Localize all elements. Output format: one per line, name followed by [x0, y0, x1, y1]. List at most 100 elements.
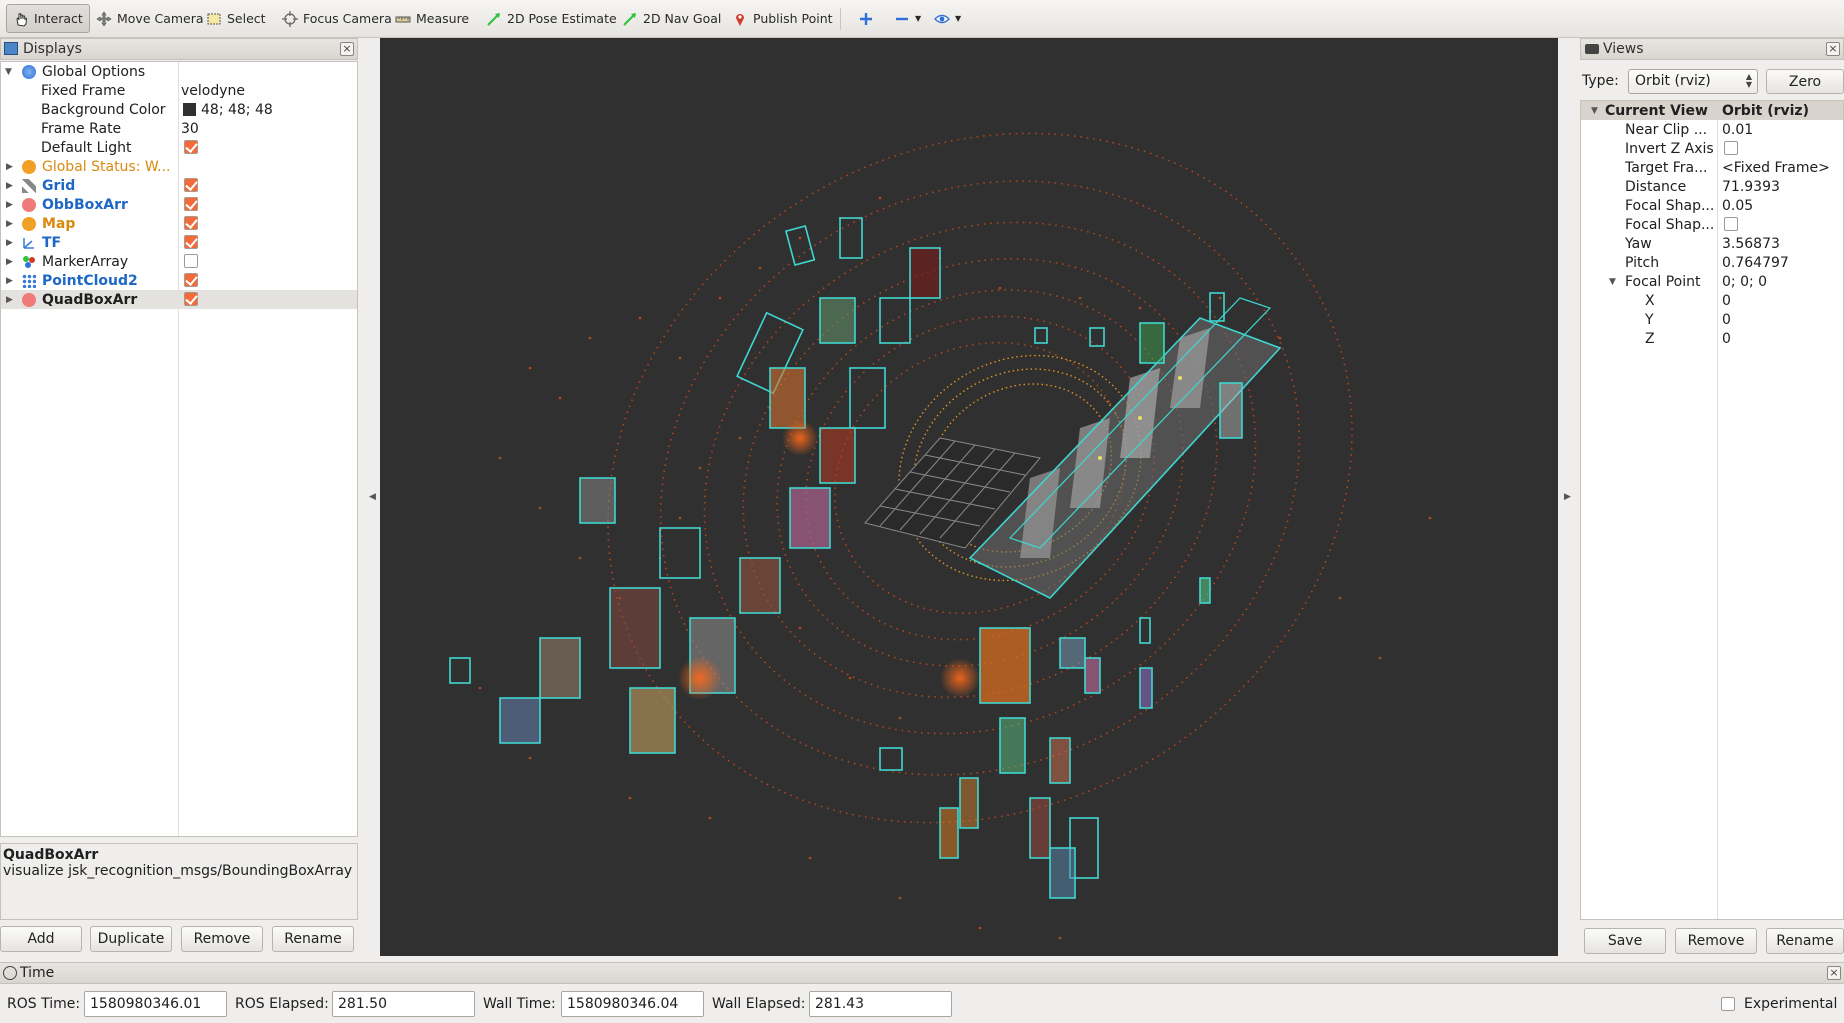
collapse-right-arrow-icon[interactable]: ▶	[1564, 492, 1571, 502]
close-icon[interactable]: ×	[340, 42, 354, 56]
tf-checkbox[interactable]	[184, 235, 198, 249]
tree-row-focal-x[interactable]: X 0	[1581, 291, 1843, 310]
experimental-checkbox[interactable]	[1721, 997, 1735, 1011]
rename-display-button[interactable]: Rename	[272, 926, 354, 952]
render-viewport[interactable]	[380, 38, 1558, 956]
tree-row-label: Invert Z Axis	[1625, 140, 1714, 157]
add-tool-button[interactable]	[852, 4, 880, 33]
tree-row-value[interactable]: 71.9393	[1722, 179, 1780, 195]
tree-row-focal-shape-fixed[interactable]: Focal Shap...	[1581, 215, 1843, 234]
tree-row-focal-z[interactable]: Z 0	[1581, 329, 1843, 348]
focus-camera-tool[interactable]: Focus Camera	[276, 4, 398, 33]
expanded-arrow-icon[interactable]: ▼	[1609, 277, 1616, 287]
grid-checkbox[interactable]	[184, 178, 198, 192]
tree-row-pitch[interactable]: Pitch 0.764797	[1581, 253, 1843, 272]
invert-z-checkbox[interactable]	[1724, 141, 1738, 155]
pose-estimate-tool[interactable]: 2D Pose Estimate	[480, 4, 623, 33]
tree-row-pointcloud2[interactable]: ▶ PointCloud2	[1, 271, 357, 290]
tree-row-value[interactable]: 3.56873	[1722, 236, 1780, 252]
tree-row-distance[interactable]: Distance 71.9393	[1581, 177, 1843, 196]
visibility-tool-button[interactable]: ▼	[928, 4, 967, 33]
views-title: Views	[1603, 41, 1644, 57]
tree-row-target-frame[interactable]: Target Fra... <Fixed Frame>	[1581, 158, 1843, 177]
tree-row-value[interactable]: 0	[1722, 293, 1731, 309]
collapsed-arrow-icon[interactable]: ▶	[6, 181, 13, 191]
views-tree: ▼ Current View Orbit (rviz) Near Clip ..…	[1580, 100, 1844, 920]
tree-row-default-light[interactable]: Default Light	[1, 138, 357, 157]
scene-render[interactable]	[380, 38, 1558, 956]
tree-row-value[interactable]: 0; 0; 0	[1722, 274, 1767, 290]
interact-tool[interactable]: Interact	[6, 4, 90, 33]
tree-row-value[interactable]: 48; 48; 48	[201, 102, 273, 118]
tree-row-frame-rate[interactable]: Frame Rate 30	[1, 119, 357, 138]
tree-row-value[interactable]: 0	[1722, 312, 1731, 328]
view-type-select[interactable]: Orbit (rviz) ▲ ▼	[1628, 69, 1758, 94]
collapsed-arrow-icon[interactable]: ▶	[6, 295, 13, 305]
save-view-button[interactable]: Save	[1584, 928, 1666, 954]
quadboxarr-checkbox[interactable]	[184, 292, 198, 306]
collapsed-arrow-icon[interactable]: ▶	[6, 219, 13, 229]
ros-elapsed-field[interactable]	[332, 991, 475, 1017]
remove-tool-button[interactable]: ▼	[888, 4, 927, 33]
color-swatch[interactable]	[183, 103, 196, 116]
tree-row-background-color[interactable]: Background Color 48; 48; 48	[1, 100, 357, 119]
map-checkbox[interactable]	[184, 216, 198, 230]
rename-view-button[interactable]: Rename	[1766, 928, 1844, 954]
tree-row-quadboxarr[interactable]: ▶ QuadBoxArr	[1, 290, 357, 309]
tree-row-grid[interactable]: ▶ Grid	[1, 176, 357, 195]
collapsed-arrow-icon[interactable]: ▶	[6, 257, 13, 267]
collapsed-arrow-icon[interactable]: ▶	[6, 238, 13, 248]
nav-goal-tool[interactable]: 2D Nav Goal	[616, 4, 727, 33]
publish-point-tool[interactable]: Publish Point	[726, 4, 839, 33]
collapsed-arrow-icon[interactable]: ▶	[6, 200, 13, 210]
tree-row-yaw[interactable]: Yaw 3.56873	[1581, 234, 1843, 253]
tree-row-focal-shape-size[interactable]: Focal Shap... 0.05	[1581, 196, 1843, 215]
tree-row-value[interactable]: 0	[1722, 331, 1731, 347]
focal-shape-checkbox[interactable]	[1724, 217, 1738, 231]
duplicate-display-button[interactable]: Duplicate	[90, 926, 172, 952]
tree-row-near-clip[interactable]: Near Clip ... 0.01	[1581, 120, 1843, 139]
remove-display-button[interactable]: Remove	[181, 926, 263, 952]
tree-row-tf[interactable]: ▶ TF	[1, 233, 357, 252]
wall-elapsed-field[interactable]	[809, 991, 952, 1017]
tree-row-focal-y[interactable]: Y 0	[1581, 310, 1843, 329]
tree-row-current-view[interactable]: ▼ Current View Orbit (rviz)	[1581, 101, 1843, 120]
tree-row-value[interactable]: velodyne	[181, 83, 245, 99]
tree-row-global-status[interactable]: ▶ Global Status: W...	[1, 157, 357, 176]
pointcloud2-checkbox[interactable]	[184, 273, 198, 287]
close-icon[interactable]: ×	[1826, 42, 1840, 56]
wall-time-field[interactable]	[561, 991, 704, 1017]
button-label: Duplicate	[97, 931, 165, 947]
tree-row-fixed-frame[interactable]: Fixed Frame velodyne	[1, 81, 357, 100]
tree-row-value[interactable]: <Fixed Frame>	[1722, 160, 1830, 176]
expanded-arrow-icon[interactable]: ▼	[1591, 106, 1598, 116]
tree-row-value[interactable]: 30	[181, 121, 199, 137]
remove-view-button[interactable]: Remove	[1675, 928, 1757, 954]
close-icon[interactable]: ×	[1827, 966, 1841, 980]
collapsed-arrow-icon[interactable]: ▶	[6, 162, 13, 172]
collapsed-arrow-icon[interactable]: ▶	[6, 276, 13, 286]
tree-row-focal-point[interactable]: ▼ Focal Point 0; 0; 0	[1581, 272, 1843, 291]
tree-row-global-options[interactable]: ▼ Global Options	[1, 62, 357, 81]
select-tool[interactable]: Select	[200, 4, 272, 33]
markerarray-checkbox[interactable]	[184, 254, 198, 268]
ros-time-field[interactable]	[84, 991, 227, 1017]
tree-row-obbboxarr[interactable]: ▶ ObbBoxArr	[1, 195, 357, 214]
tree-row-label: Z	[1645, 330, 1655, 347]
description-text: visualize jsk_recognition_msgs/BoundingB…	[3, 863, 353, 879]
tree-row-value[interactable]: 0.764797	[1722, 255, 1789, 271]
tree-row-label: Global Status: W...	[42, 158, 171, 175]
zero-button[interactable]: Zero	[1766, 69, 1844, 94]
collapse-left-arrow-icon[interactable]: ◀	[369, 492, 376, 502]
measure-tool[interactable]: Measure	[389, 4, 475, 33]
expanded-arrow-icon[interactable]: ▼	[5, 67, 12, 77]
default-light-checkbox[interactable]	[184, 140, 198, 154]
tree-row-value[interactable]: 0.05	[1722, 198, 1753, 214]
tree-row-map[interactable]: ▶ Map	[1, 214, 357, 233]
tree-row-value[interactable]: 0.01	[1722, 122, 1753, 138]
tree-row-invert-z[interactable]: Invert Z Axis	[1581, 139, 1843, 158]
obbboxarr-checkbox[interactable]	[184, 197, 198, 211]
move-camera-tool[interactable]: Move Camera	[90, 4, 210, 33]
add-display-button[interactable]: Add	[0, 926, 82, 952]
tree-row-markerarray[interactable]: ▶ MarkerArray	[1, 252, 357, 271]
